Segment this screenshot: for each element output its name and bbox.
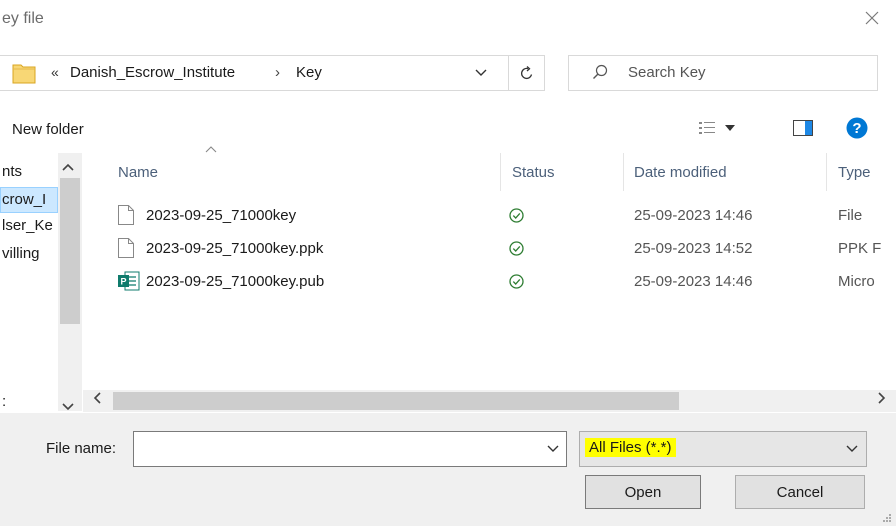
file-name[interactable]: 2023-09-25_71000key.pub — [146, 273, 324, 290]
chevron-right-icon — [878, 392, 886, 404]
publisher-file-icon: P — [118, 271, 140, 295]
help-icon: ? — [846, 117, 868, 139]
sort-ascending-icon — [205, 140, 217, 157]
nav-scroll-thumb[interactable] — [60, 178, 80, 324]
nav-item-0[interactable]: nts — [0, 160, 58, 184]
chevron-down-icon — [846, 445, 858, 452]
chevron-left-icon — [93, 392, 101, 404]
document-icon — [118, 238, 134, 262]
file-type: PPK F — [838, 240, 882, 257]
folder-icon — [12, 62, 36, 88]
file-date-modified: 25-09-2023 14:46 — [634, 273, 753, 290]
breadcrumb-item-danish-escrow-institute[interactable]: Danish_Escrow_Institute — [70, 64, 235, 81]
column-divider[interactable] — [623, 153, 624, 191]
details-view-icon — [699, 122, 715, 134]
close-icon — [865, 11, 879, 25]
file-date-modified: 25-09-2023 14:52 — [634, 240, 753, 257]
column-header-status[interactable]: Status — [512, 164, 555, 181]
address-history-dropdown[interactable] — [466, 56, 496, 90]
column-divider[interactable] — [826, 153, 827, 191]
column-header-type[interactable]: Type — [838, 164, 871, 181]
change-view-button[interactable] — [693, 114, 743, 142]
breadcrumb-separator[interactable]: › — [275, 64, 280, 81]
column-divider[interactable] — [500, 153, 501, 191]
cancel-button[interactable]: Cancel — [735, 475, 865, 509]
breadcrumb-item-key[interactable]: Key — [296, 64, 322, 81]
close-button[interactable] — [858, 4, 886, 32]
file-name[interactable]: 2023-09-25_71000key.ppk — [146, 240, 323, 257]
search-placeholder: Search Key — [628, 64, 706, 81]
sync-status-icon — [509, 208, 524, 227]
file-date-modified: 25-09-2023 14:46 — [634, 207, 753, 224]
search-box[interactable] — [568, 55, 878, 91]
help-button[interactable]: ? — [843, 114, 871, 142]
chevron-down-icon — [475, 69, 487, 76]
preview-pane-icon — [793, 120, 813, 136]
column-header-date-modified[interactable]: Date modified — [634, 164, 727, 181]
file-type-selected-value[interactable]: All Files (*.*) — [585, 438, 676, 457]
column-header-name[interactable]: Name — [118, 164, 158, 181]
file-type: File — [838, 207, 863, 224]
chevron-down-icon — [62, 403, 74, 411]
sync-status-icon — [509, 241, 524, 260]
search-icon — [592, 64, 608, 84]
preview-pane-button[interactable] — [788, 114, 818, 142]
document-icon — [118, 205, 134, 229]
nav-item-2[interactable]: lser_Ke — [0, 214, 58, 238]
file-name[interactable]: 2023-09-25_71000key — [146, 207, 296, 224]
file-type-dropdown[interactable] — [842, 434, 862, 464]
file-type: Micro — [838, 273, 875, 290]
dialog-footer — [0, 413, 896, 526]
nav-item-3[interactable]: villing — [0, 242, 58, 266]
svg-text:P: P — [120, 277, 126, 287]
nav-scroll-down-button[interactable] — [62, 400, 74, 414]
file-name-label: File name: — [46, 440, 117, 457]
nav-item-4[interactable]: : — [0, 390, 58, 414]
horizontal-scroll-thumb[interactable] — [113, 392, 679, 410]
file-name-input[interactable] — [133, 431, 567, 467]
scroll-right-button[interactable] — [878, 392, 886, 407]
dialog-title: ey file — [2, 10, 44, 27]
nav-scroll-up-button[interactable] — [62, 160, 74, 174]
caret-down-icon — [725, 125, 735, 131]
new-folder-button[interactable]: New folder — [12, 121, 84, 138]
svg-text:?: ? — [852, 120, 861, 137]
breadcrumb-overflow-chevron[interactable]: « — [51, 64, 59, 80]
nav-item-1[interactable]: crow_I — [0, 188, 58, 212]
refresh-icon — [520, 66, 532, 80]
sync-status-icon — [509, 274, 524, 293]
refresh-button[interactable] — [508, 56, 544, 90]
chevron-up-icon — [62, 163, 74, 171]
resize-grip-icon[interactable] — [880, 510, 892, 526]
scroll-left-button[interactable] — [93, 392, 101, 407]
open-button[interactable]: Open — [585, 475, 701, 509]
